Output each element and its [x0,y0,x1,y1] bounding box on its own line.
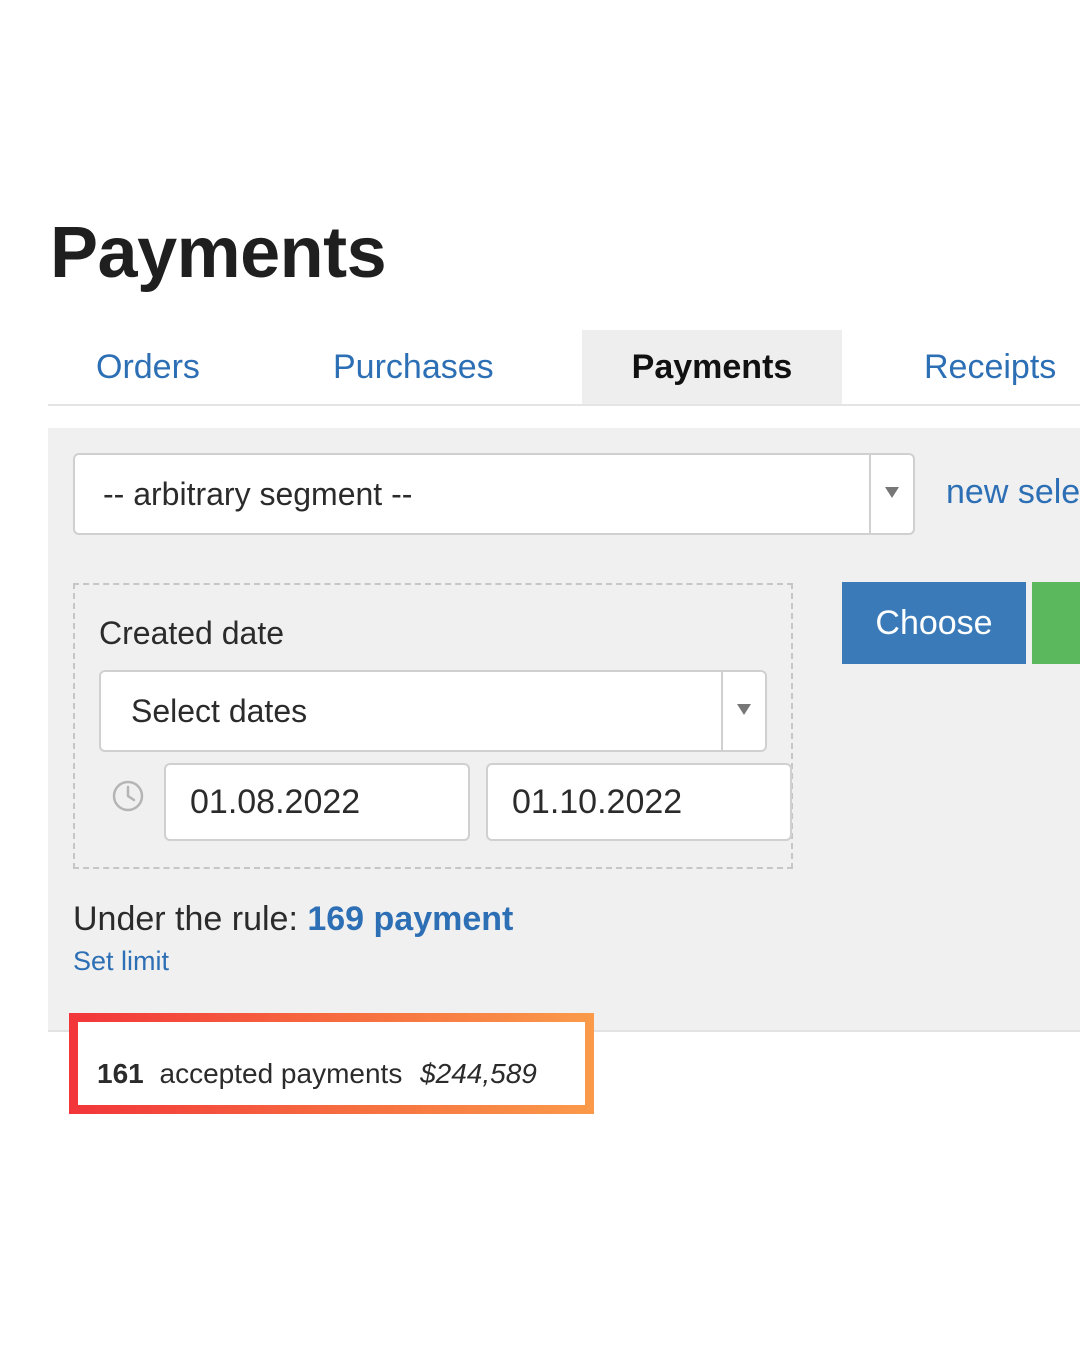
set-limit-link[interactable]: Set limit [73,946,169,977]
clock-icon [112,780,144,812]
segment-select[interactable]: -- arbitrary segment -- [73,453,915,535]
rule-summary-prefix: Under the rule: [73,900,298,938]
segment-select-toggle[interactable] [869,455,913,533]
rule-summary-count: 169 payment [307,900,514,938]
page-title: Payments [50,213,387,293]
accepted-label: accepted payments [159,1058,403,1089]
tab-bar: Orders Purchases Payments Receipts [48,330,1080,406]
apply-button[interactable] [1032,582,1080,664]
created-date-label: Created date [99,615,285,651]
date-from-input[interactable] [164,763,470,841]
dates-select-value: Select dates [131,693,308,729]
tab-receipts[interactable]: Receipts [924,330,1056,404]
choose-button[interactable]: Choose [842,582,1026,664]
segment-select-value: -- arbitrary segment -- [103,476,413,512]
dates-select-toggle[interactable] [721,672,765,750]
tab-orders[interactable]: Orders [96,330,200,404]
chevron-down-icon [737,704,751,715]
accepted-count: 161 [97,1058,144,1089]
rule-summary: Under the rule: 169 payment [73,900,513,939]
accepted-amount: $244,589 [420,1058,537,1089]
tab-payments[interactable]: Payments [582,330,842,404]
new-selection-link[interactable]: new sele [946,453,1080,531]
tab-purchases[interactable]: Purchases [333,330,494,404]
filter-panel: -- arbitrary segment -- new sele Created… [48,428,1080,1032]
chevron-down-icon [885,487,899,498]
date-to-input[interactable] [486,763,792,841]
accepted-payments-summary: 161 accepted payments $244,589 [97,1058,537,1090]
created-date-rule: Created date Select dates [73,583,793,869]
dates-select[interactable]: Select dates [99,670,767,752]
